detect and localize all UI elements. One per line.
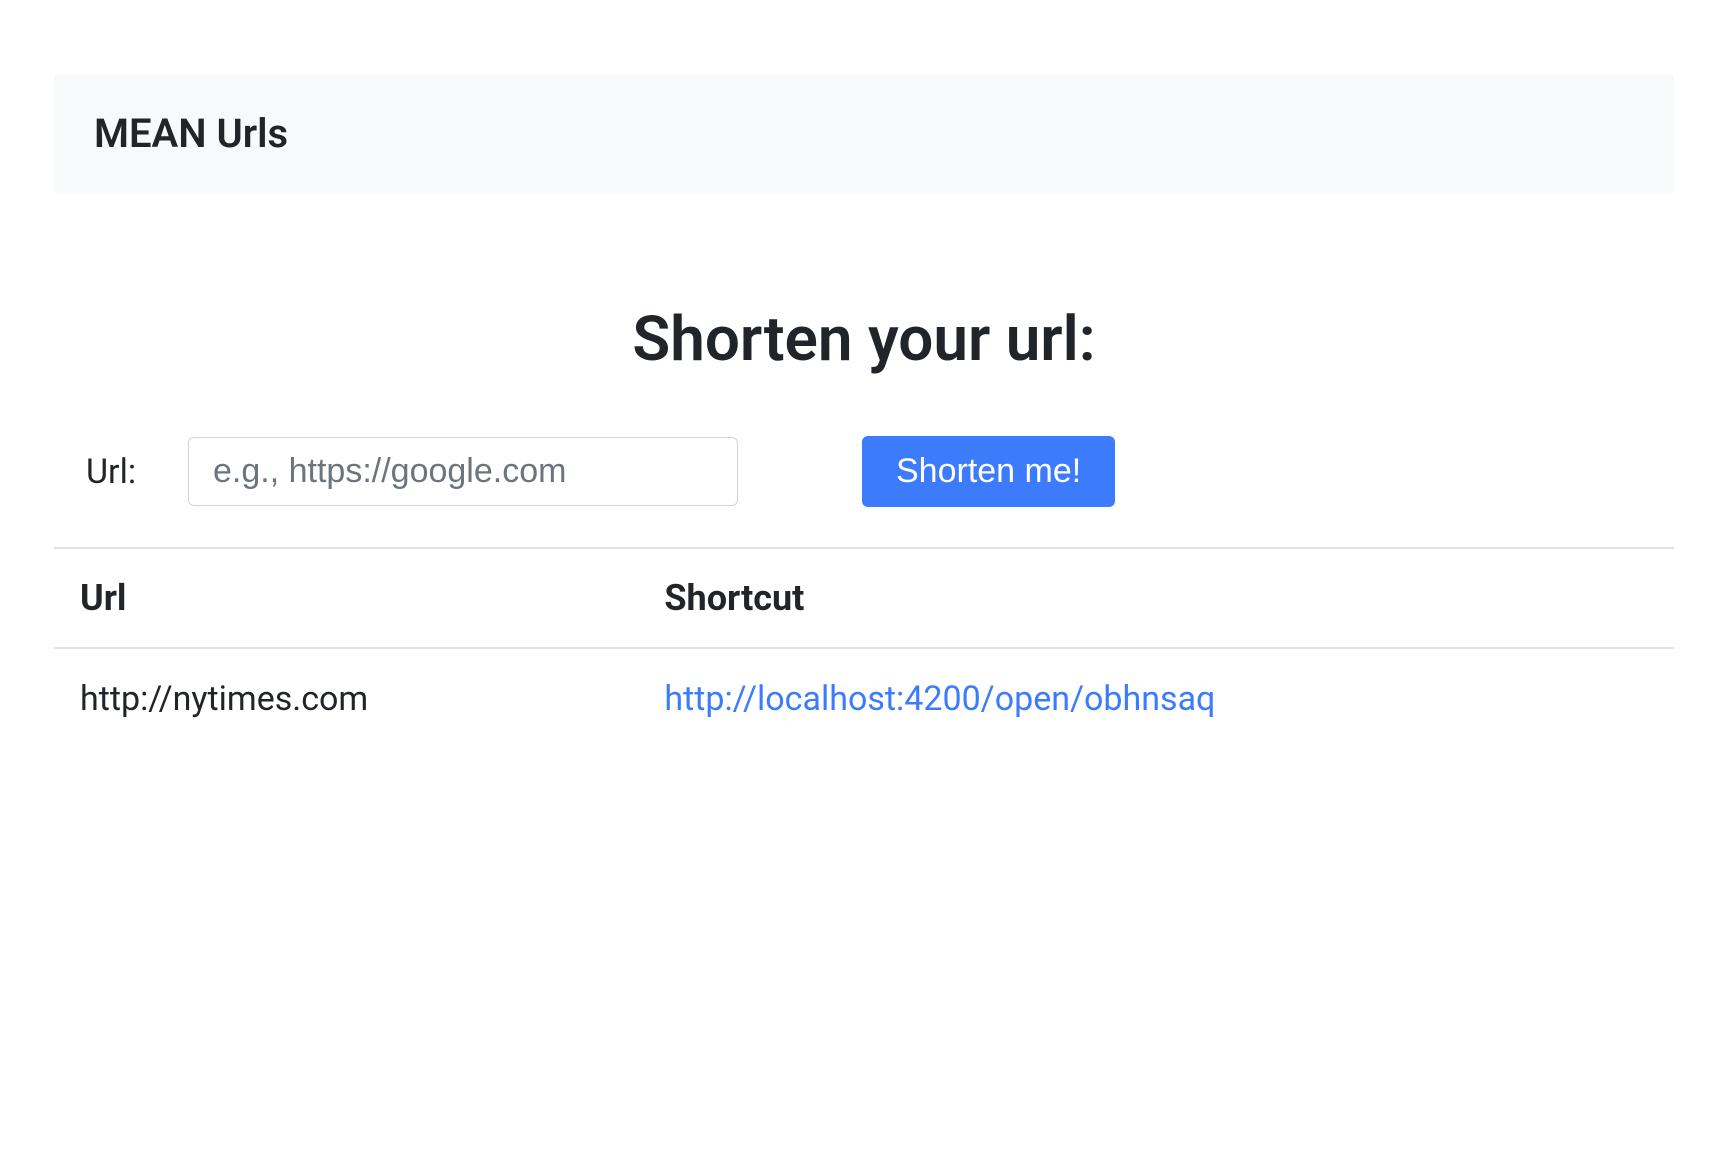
urls-table: Url Shortcut http://nytimes.com http://l… — [54, 547, 1674, 749]
navbar-brand: MEAN Urls — [94, 110, 288, 157]
url-label: Url: — [86, 452, 156, 492]
cell-url: http://nytimes.com — [54, 648, 638, 749]
navbar: MEAN Urls — [54, 74, 1674, 193]
cell-shortcut: http://localhost:4200/open/obhnsaq — [638, 648, 1674, 749]
page-title: Shorten your url: — [54, 303, 1674, 376]
table-header-url: Url — [54, 548, 638, 648]
shorten-form: Url: Shorten me! — [54, 436, 1674, 547]
url-input[interactable] — [188, 437, 738, 506]
shorten-button[interactable]: Shorten me! — [862, 436, 1115, 507]
shortcut-link[interactable]: http://localhost:4200/open/obhnsaq — [664, 679, 1215, 719]
table-row: http://nytimes.com http://localhost:4200… — [54, 648, 1674, 749]
table-header-shortcut: Shortcut — [638, 548, 1674, 648]
main-content: Shorten your url: Url: Shorten me! Url S… — [54, 193, 1674, 749]
